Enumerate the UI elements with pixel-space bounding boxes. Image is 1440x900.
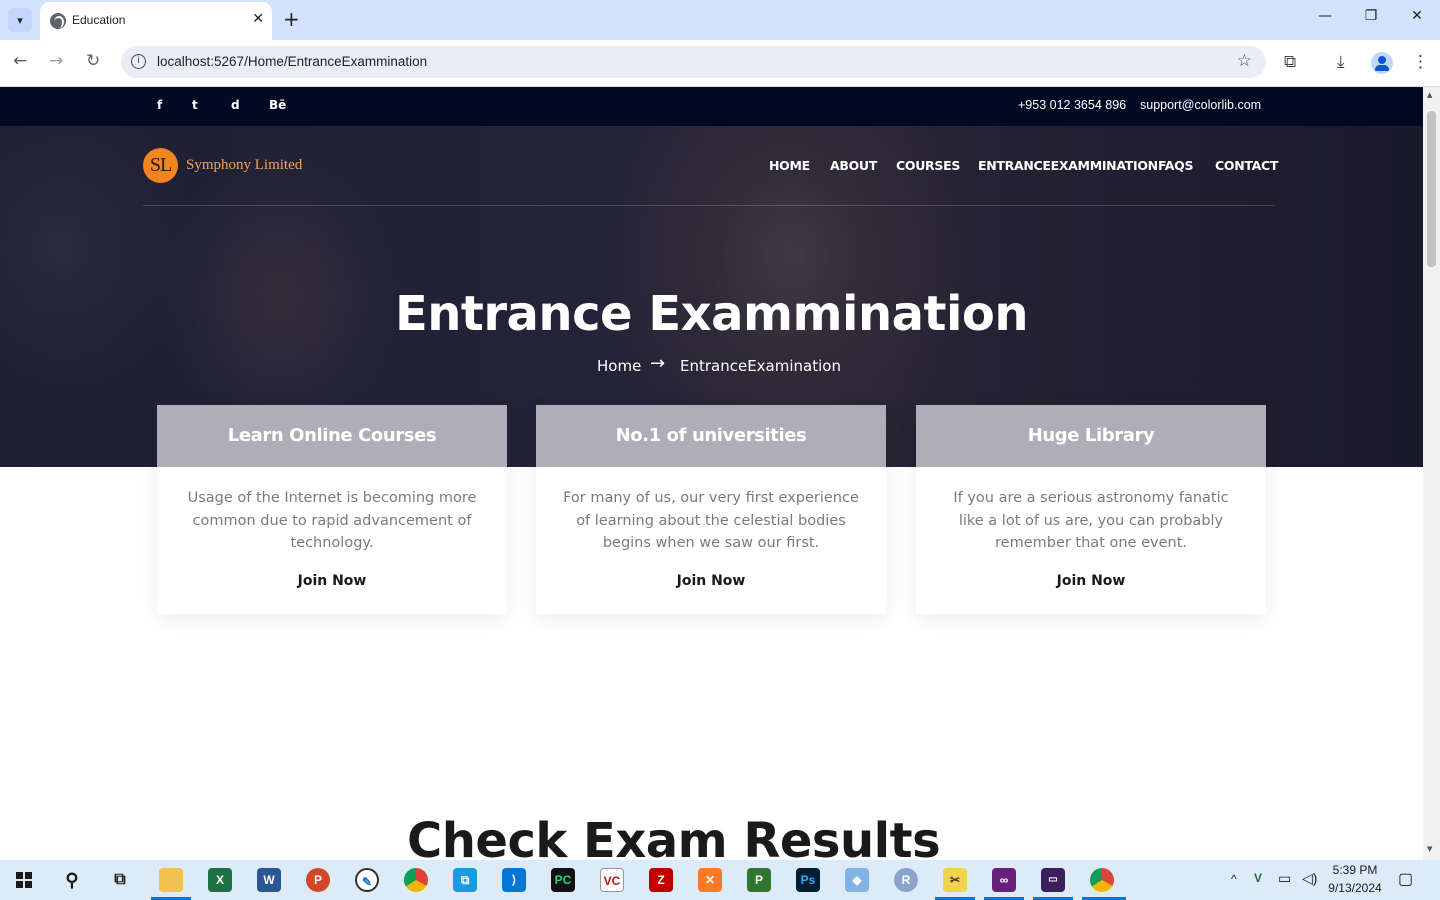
behance-icon[interactable]: Bē: [269, 98, 286, 112]
windows-start-icon[interactable]: [16, 872, 32, 888]
globe-icon: [50, 13, 66, 29]
tray-app-icon[interactable]: V: [1254, 871, 1262, 885]
restore-icon[interactable]: ❐: [1348, 8, 1394, 24]
terminal-icon[interactable]: ▭: [1041, 868, 1065, 892]
filezilla-icon[interactable]: Z: [649, 868, 673, 892]
search-icon[interactable]: ⚲: [60, 868, 84, 892]
forward-icon[interactable]: →: [49, 51, 63, 71]
close-tab-icon[interactable]: ✕: [252, 11, 264, 27]
box-app-icon[interactable]: ◆: [845, 868, 869, 892]
close-window-icon[interactable]: ✕: [1394, 8, 1440, 24]
address-bar[interactable]: i localhost:5267/Home/EntranceExamminati…: [121, 46, 1266, 78]
chrome-active-icon[interactable]: [1090, 868, 1114, 892]
vscode-icon[interactable]: ⟩: [502, 868, 526, 892]
bookmark-star-icon[interactable]: ☆: [1237, 51, 1252, 71]
page-viewport: f t d Bē +953 012 3654 896 support@color…: [0, 87, 1423, 860]
logo-badge[interactable]: SL: [143, 148, 178, 183]
join-now-link[interactable]: Join Now: [157, 573, 507, 589]
download-icon[interactable]: ⤓: [1337, 52, 1345, 72]
top-contact-bar: f t d Bē +953 012 3654 896 support@color…: [0, 87, 1423, 126]
remote-desktop-icon[interactable]: ⧉: [453, 868, 477, 892]
site-info-icon[interactable]: i: [131, 54, 146, 69]
nav-home[interactable]: HOME: [769, 158, 810, 173]
browser-tab-strip: ▾ Education ✕ + — ❐ ✕: [0, 0, 1440, 40]
file-explorer-icon[interactable]: [159, 868, 183, 892]
show-hidden-icons[interactable]: ^: [1231, 872, 1237, 886]
feature-card-text: For many of us, our very first experienc…: [563, 490, 859, 551]
nav-contact[interactable]: CONTACT: [1215, 158, 1278, 173]
excel-icon[interactable]: X: [208, 868, 232, 892]
profile-avatar-icon[interactable]: [1371, 52, 1393, 74]
nav-entrance-exammination[interactable]: ENTRANCEEXAMMINATION: [978, 158, 1158, 173]
nav-courses[interactable]: COURSES: [896, 158, 960, 173]
browser-tab[interactable]: Education ✕: [40, 2, 272, 40]
feature-card: No.1 of universities For many of us, our…: [536, 405, 886, 614]
feature-card: Learn Online Courses Usage of the Intern…: [157, 405, 507, 614]
feature-card-header: Huge Library: [916, 405, 1266, 467]
brand-name[interactable]: Symphony Limited: [186, 157, 302, 174]
feature-card-text: If you are a serious astronomy fanatic l…: [953, 490, 1229, 551]
feature-card-header: No.1 of universities: [536, 405, 886, 467]
section-title: Check Exam Results: [407, 813, 941, 860]
scrollbar-thumb[interactable]: [1427, 111, 1436, 267]
support-email[interactable]: support@colorlib.com: [1140, 98, 1261, 112]
notifications-icon[interactable]: ▢: [1398, 869, 1413, 889]
back-icon[interactable]: ←: [13, 51, 27, 71]
facebook-icon[interactable]: f: [157, 98, 162, 112]
tab-title: Education: [72, 13, 126, 27]
task-view-icon[interactable]: ⧉: [108, 868, 132, 892]
pycharm-icon[interactable]: PC: [551, 868, 575, 892]
clock-date[interactable]: 9/13/2024: [1325, 881, 1385, 895]
feature-card-title: No.1 of universities: [615, 425, 807, 446]
join-now-link[interactable]: Join Now: [536, 573, 886, 589]
feature-card-text: Usage of the Internet is becoming more c…: [187, 490, 477, 551]
word-icon[interactable]: W: [257, 868, 281, 892]
header-divider: [143, 205, 1275, 206]
new-tab-icon[interactable]: +: [283, 8, 300, 30]
nav-faqs[interactable]: FAQS: [1158, 158, 1194, 173]
join-now-link[interactable]: Join Now: [916, 573, 1266, 589]
r-app-icon[interactable]: R: [894, 868, 918, 892]
twitter-icon[interactable]: t: [192, 98, 198, 112]
feature-card-title: Learn Online Courses: [227, 425, 437, 446]
minimize-icon[interactable]: —: [1302, 8, 1348, 24]
tab-search-icon[interactable]: ▾: [8, 8, 32, 32]
url-text[interactable]: localhost:5267/Home/EntranceExammination: [157, 54, 427, 69]
menu-icon[interactable]: ⋮: [1412, 52, 1429, 72]
breadcrumb-home[interactable]: Home: [597, 357, 641, 375]
xampp-icon[interactable]: ✕: [698, 868, 722, 892]
page-title: Entrance Exammination: [394, 286, 1029, 342]
clock-time[interactable]: 5:39 PM: [1325, 863, 1385, 877]
feature-card-header: Learn Online Courses: [157, 405, 507, 467]
photoshop-icon[interactable]: Ps: [796, 868, 820, 892]
volume-icon[interactable]: ◁): [1302, 870, 1317, 887]
browser-toolbar: ← → ↻ i localhost:5267/Home/EntranceExam…: [0, 40, 1440, 87]
reload-icon[interactable]: ↻: [86, 51, 100, 71]
vc-icon[interactable]: VC: [600, 868, 624, 892]
feature-card-title: Huge Library: [1027, 425, 1155, 446]
dribbble-icon[interactable]: d: [231, 98, 240, 112]
visual-studio-icon[interactable]: ∞: [992, 868, 1016, 892]
project-icon[interactable]: P: [747, 868, 771, 892]
network-icon[interactable]: ▭: [1278, 870, 1291, 887]
chrome-icon[interactable]: [404, 868, 428, 892]
nav-about[interactable]: ABOUT: [830, 158, 877, 173]
breadcrumb-current: EntranceExamination: [680, 357, 841, 375]
powerpoint-icon[interactable]: P: [306, 868, 330, 892]
feature-card: Huge Library If you are a serious astron…: [916, 405, 1266, 614]
phone-number[interactable]: +953 012 3654 896: [1018, 98, 1126, 112]
tools-app-icon[interactable]: ✂: [943, 868, 967, 892]
arrow-right-icon: →: [650, 353, 666, 374]
scroll-up-icon[interactable]: ▲: [1427, 91, 1432, 99]
page-scrollbar[interactable]: ▲ ▼: [1423, 87, 1440, 860]
extensions-icon[interactable]: ⧉: [1284, 52, 1296, 72]
taskbar: ⚲ ⧉ X W P ✎ ⧉ ⟩ PC VC Z ✕ P Ps ◆ R ✂ ∞ ▭…: [0, 860, 1440, 900]
scroll-down-icon[interactable]: ▼: [1427, 845, 1432, 853]
pen-app-icon[interactable]: ✎: [355, 868, 379, 892]
